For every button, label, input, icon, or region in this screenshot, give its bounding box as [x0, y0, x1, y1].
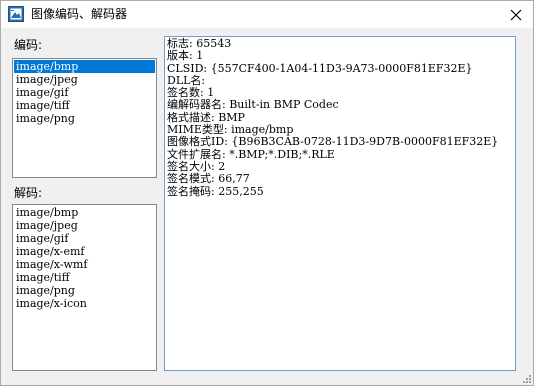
- detail-line: 图像格式ID: {B96B3CAB-0728-11D3-9D7B-0000F81…: [167, 135, 499, 149]
- detail-line: 签名模式: 66,77: [167, 172, 250, 186]
- detail-line: CLSID: {557CF400-1A04-11D3-9A73-0000F81E…: [167, 61, 473, 75]
- decoder-list-item[interactable]: image/x-wmf: [14, 258, 155, 271]
- encoder-list-item[interactable]: image/bmp: [14, 60, 155, 73]
- close-icon: [510, 9, 522, 20]
- detail-line: 标志: 65543: [167, 37, 232, 50]
- decoder-list-item[interactable]: image/gif: [14, 232, 155, 245]
- codec-details-textbox[interactable]: 标志: 65543 版本: 1 CLSID: {557CF400-1A04-11D3…: [164, 36, 516, 371]
- decoder-list-item[interactable]: image/x-emf: [14, 245, 155, 258]
- encoders-listbox[interactable]: image/bmp image/jpeg image/gif image/tiff im…: [12, 58, 157, 178]
- decoder-list-item[interactable]: image/png: [14, 284, 155, 297]
- encoder-list-item[interactable]: image/jpeg: [14, 73, 155, 86]
- resize-grip-icon[interactable]: [521, 373, 531, 383]
- decoders-label: 解码:: [14, 186, 43, 200]
- detail-line: 签名掩码: 255,255: [167, 184, 264, 198]
- decoder-list-item[interactable]: image/x-icon: [14, 297, 155, 310]
- window-title: 图像编码、解码器: [31, 7, 128, 21]
- decoder-list-item[interactable]: image/bmp: [14, 206, 155, 219]
- detail-line: 版本: 1: [167, 49, 204, 63]
- title-bar[interactable]: 图像编码、解码器: [1, 1, 533, 28]
- detail-line: 编解码器名: Built-in BMP Codec: [167, 98, 339, 112]
- encoder-list-item[interactable]: image/png: [14, 112, 155, 125]
- decoder-list-item[interactable]: image/tiff: [14, 271, 155, 284]
- detail-line: DLL名:: [167, 73, 206, 87]
- encoder-list-item[interactable]: image/gif: [14, 86, 155, 99]
- app-image-codec-icon: [8, 6, 24, 22]
- encoders-label: 编码:: [14, 38, 43, 52]
- decoders-listbox[interactable]: image/bmp image/jpeg image/gif image/x-emf i…: [12, 204, 157, 371]
- close-button[interactable]: [499, 1, 533, 28]
- encoder-list-item[interactable]: image/tiff: [14, 99, 155, 112]
- decoder-list-item[interactable]: image/jpeg: [14, 219, 155, 232]
- codec-window: 图像编码、解码器 编码: image/bmp image/jpeg image/gi…: [0, 0, 534, 386]
